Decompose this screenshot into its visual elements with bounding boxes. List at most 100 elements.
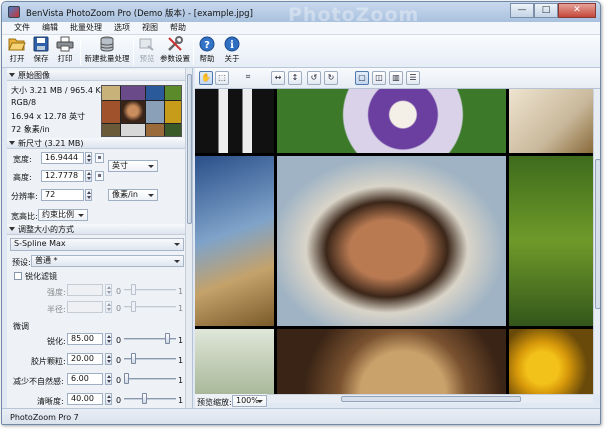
radius-slider-thumb[interactable]	[131, 301, 137, 312]
panel-scrollbar[interactable]	[185, 68, 192, 408]
help-button[interactable]: ? 帮助	[196, 36, 218, 64]
app-window: BenVista PhotoZoom Pro (Demo 版本) - [exam…	[1, 1, 601, 425]
menu-options[interactable]: 选项	[108, 22, 136, 34]
preview-vertical-scrollbar-thumb[interactable]	[595, 159, 600, 309]
crop-icon[interactable]: ⌗	[241, 71, 255, 85]
menu-view[interactable]: 视图	[136, 22, 164, 34]
resolution-unit-select[interactable]: 像素/in	[108, 189, 158, 201]
width-label: 宽度:	[13, 155, 32, 164]
strength-slider-thumb[interactable]	[131, 284, 137, 295]
width-spinner[interactable]	[85, 152, 92, 164]
width-input[interactable]: 16.9444	[41, 152, 84, 164]
preview-canvas[interactable]	[195, 89, 593, 394]
radius-slider[interactable]	[124, 301, 176, 313]
settings-label: 参数设置	[160, 54, 190, 63]
settings-button[interactable]: 参数设置	[160, 36, 190, 64]
sharpen-slider-thumb[interactable]	[165, 333, 171, 344]
aspect-select[interactable]: 约束比例	[38, 209, 88, 221]
print-label: 打印	[57, 54, 73, 63]
flip-horizontal-icon[interactable]: ↔	[271, 71, 285, 85]
original-dimensions: 16.94 x 12.78 英寸	[11, 112, 86, 121]
aspect-label: 宽高比:	[11, 212, 38, 221]
rotate-right-icon[interactable]: ↻	[324, 71, 338, 85]
flip-vertical-icon[interactable]: ↕	[288, 71, 302, 85]
height-input[interactable]: 12.7778	[41, 170, 84, 182]
artifact-reduction-spinner[interactable]	[105, 373, 112, 385]
floppy-disk-icon	[33, 36, 49, 52]
preview-button[interactable]: 预览	[136, 36, 158, 64]
height-spinner[interactable]	[85, 170, 92, 182]
strength-min-label: 0	[116, 287, 122, 296]
artifact-reduction-slider[interactable]	[124, 373, 176, 385]
close-button[interactable]: ✕	[558, 3, 596, 18]
radius-label: 半径:	[47, 305, 66, 314]
side-by-side-icon[interactable]: ▥	[389, 71, 403, 85]
maximize-button[interactable]: □	[534, 3, 558, 18]
link-chain-icon[interactable]: ▪	[95, 171, 104, 181]
film-grain-slider[interactable]	[124, 353, 176, 365]
menu-file[interactable]: 文件	[8, 22, 36, 34]
title-bar[interactable]: BenVista PhotoZoom Pro (Demo 版本) - [exam…	[2, 2, 600, 26]
radius-spinner[interactable]	[105, 301, 112, 313]
preview-vertical-scrollbar[interactable]	[593, 89, 600, 394]
link-chain-icon[interactable]: ▪	[95, 153, 104, 163]
resolution-input[interactable]: 72	[41, 189, 84, 201]
rotate-left-icon[interactable]: ↺	[307, 71, 321, 85]
preview-zoom-select[interactable]: 100%	[232, 395, 267, 407]
strength-spinner[interactable]	[105, 284, 112, 296]
sharpen-input[interactable]: 85.00	[67, 333, 103, 345]
film-grain-spinner[interactable]	[105, 353, 112, 365]
stacked-view-icon[interactable]: ☰	[406, 71, 420, 85]
original-thumbnail	[101, 85, 182, 137]
svg-text:i: i	[230, 40, 234, 51]
print-button[interactable]: 打印	[54, 36, 76, 64]
menu-help[interactable]: 帮助	[164, 22, 192, 34]
strength-input[interactable]	[67, 284, 103, 296]
clarity-input[interactable]: 40.00	[67, 393, 103, 405]
help-question-icon: ?	[199, 36, 215, 52]
hand-tool-icon[interactable]: ✋	[199, 71, 213, 85]
status-bar: PhotoZoom Pro 7	[2, 408, 600, 424]
app-logo-icon	[8, 6, 20, 18]
preset-select[interactable]: 普通 *	[31, 255, 184, 267]
menu-edit[interactable]: 编辑	[36, 22, 64, 34]
unit-select[interactable]: 英寸	[108, 160, 158, 172]
artifact-reduction-input[interactable]: 6.00	[67, 373, 103, 385]
select-tool-icon[interactable]: ⬚	[215, 71, 229, 85]
collapse-triangle-icon	[9, 73, 15, 77]
strength-max-label: 1	[178, 287, 184, 296]
film-grain-slider-thumb[interactable]	[131, 353, 137, 364]
algorithm-select[interactable]: S-Spline Max	[10, 238, 184, 251]
preview-horizontal-scrollbar[interactable]	[267, 394, 593, 403]
strength-slider[interactable]	[124, 284, 176, 296]
clarity-slider[interactable]	[124, 393, 176, 405]
toolbar: 打开 保存 打印 新建批量处理 预览 参数设置 ? 帮助 i 关于	[2, 35, 600, 68]
single-view-icon[interactable]: ▢	[355, 71, 369, 85]
new-batch-button[interactable]: 新建批量处理	[83, 36, 131, 64]
toolbar-separator	[193, 39, 194, 65]
radius-input[interactable]	[67, 301, 103, 313]
film-grain-input[interactable]: 20.00	[67, 353, 103, 365]
resolution-spinner[interactable]	[85, 189, 92, 201]
minimize-button[interactable]: —	[510, 3, 534, 18]
clarity-spinner[interactable]	[105, 393, 112, 405]
artifact-reduction-slider-thumb[interactable]	[124, 373, 130, 384]
about-button[interactable]: i 关于	[221, 36, 243, 64]
panel-scrollbar-thumb[interactable]	[187, 74, 192, 224]
sharpen-filter-label: 锐化滤镜	[25, 272, 57, 281]
save-button[interactable]: 保存	[30, 36, 52, 64]
preview-horizontal-scrollbar-thumb[interactable]	[341, 396, 521, 402]
resize-method-header-label: 调整大小的方式	[18, 225, 74, 234]
sharpen-spinner[interactable]	[105, 333, 112, 345]
split-view-icon[interactable]: ◫	[372, 71, 386, 85]
original-image-header[interactable]: 原始图像	[7, 70, 189, 81]
clarity-slider-thumb[interactable]	[141, 393, 147, 404]
sharpen-filter-checkbox[interactable]	[14, 272, 22, 280]
resize-method-header[interactable]: 调整大小的方式	[7, 224, 189, 235]
artifact-min-label: 0	[116, 376, 122, 385]
new-size-header[interactable]: 新尺寸 (3.21 MB)	[7, 138, 189, 149]
sharpen-slider[interactable]	[124, 333, 176, 345]
status-text: PhotoZoom Pro 7	[10, 413, 79, 422]
menu-batch[interactable]: 批量处理	[64, 22, 108, 34]
open-button[interactable]: 打开	[6, 36, 28, 64]
